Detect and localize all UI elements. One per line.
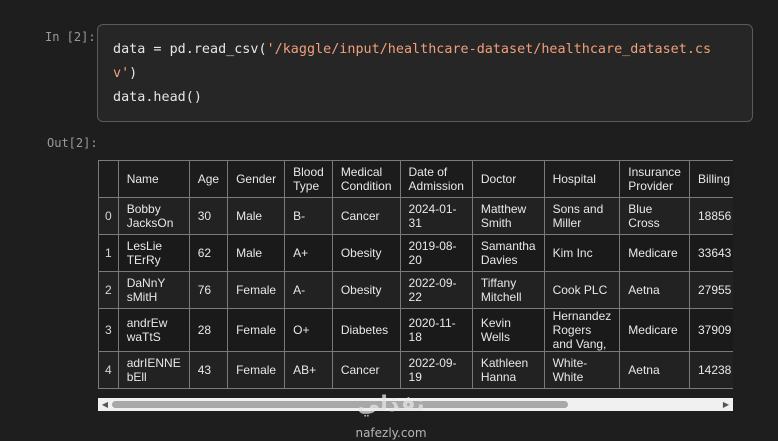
table-cell: White-White — [543, 351, 621, 389]
table-cell: LesLie TErRy — [117, 234, 190, 272]
table-cell: Tiffany Mitchell — [471, 271, 545, 309]
table-cell: A+ — [284, 234, 333, 272]
row-index: 1 — [98, 234, 119, 272]
table-cell: Bobby JacksOn — [117, 197, 190, 235]
table-cell: Kevin Wells — [471, 308, 545, 352]
code-string: '/kaggle/input/healthcare-dataset/health… — [266, 42, 712, 57]
table-row: 3 andrEw waTtS 28 Female O+ Diabetes 202… — [98, 308, 733, 352]
row-index: 3 — [98, 308, 119, 352]
table-cell: Aetna — [619, 271, 690, 309]
output-prompt: Out[2]: — [47, 136, 98, 150]
table-row: 4 adrIENNE bEll 43 Female AB+ Cancer 202… — [98, 351, 733, 389]
table-cell: Female — [227, 271, 286, 309]
code-line-3: data.head() — [113, 90, 202, 105]
table-cell: Male — [227, 234, 286, 272]
code-string: v' — [113, 66, 130, 81]
table-cell: Obesity — [331, 234, 401, 272]
column-header — [98, 160, 119, 198]
column-header: Age — [188, 160, 229, 198]
table-cell: O+ — [284, 308, 333, 352]
table-cell: 28 — [188, 308, 229, 352]
column-header: Billing — [688, 160, 733, 198]
row-index: 0 — [98, 197, 119, 235]
code-line-1: data = pd.read_csv('/kaggle/input/health… — [113, 42, 711, 57]
table-cell: 14238 — [688, 351, 733, 389]
table-cell: 2022-09-19 — [399, 351, 473, 389]
table-cell: Sons and Miller — [543, 197, 621, 235]
table-cell: Aetna — [619, 351, 690, 389]
table-header: Name Age Gender Blood Type Medical Condi… — [98, 160, 733, 198]
code-line-2: v') — [113, 66, 137, 81]
watermark-logo: نفذلي — [357, 392, 425, 417]
row-index: 4 — [98, 351, 119, 389]
table-cell: Cancer — [331, 197, 401, 235]
table-cell: Kathleen Hanna — [471, 351, 545, 389]
table-cell: Cancer — [331, 351, 401, 389]
table-cell: Hernandez Rogers and Vang, — [543, 308, 621, 352]
table-cell: Medicare — [619, 234, 690, 272]
table-row: 1 LesLie TErRy 62 Male A+ Obesity 2019-0… — [98, 234, 733, 272]
table-cell: 33643 — [688, 234, 733, 272]
code-text: ) — [129, 66, 138, 81]
table-cell: 2019-08-20 — [399, 234, 473, 272]
table-cell: 18856 — [688, 197, 733, 235]
table-cell: 2024-01-31 — [399, 197, 473, 235]
table-cell: 2020-11-18 — [399, 308, 473, 352]
table-cell: 27955 — [688, 271, 733, 309]
table-cell: AB+ — [284, 351, 333, 389]
code-text: data = pd.read_csv( — [113, 42, 267, 57]
table-cell: 30 — [188, 197, 229, 235]
table-cell: 62 — [188, 234, 229, 272]
column-header: Name — [117, 160, 190, 198]
table-cell: 37909 — [688, 308, 733, 352]
table-cell: Female — [227, 308, 286, 352]
column-header: Medical Condition — [331, 160, 401, 198]
table-cell: Matthew Smith — [471, 197, 545, 235]
table-cell: A- — [284, 271, 333, 309]
column-header: Hospital — [543, 160, 621, 198]
table-cell: Obesity — [331, 271, 401, 309]
table-cell: andrEw waTtS — [117, 308, 190, 352]
dataframe-table: Name Age Gender Blood Type Medical Condi… — [98, 160, 733, 389]
table-cell: 76 — [188, 271, 229, 309]
triangle-right-icon[interactable]: ▶ — [720, 398, 732, 411]
table-cell: 43 — [188, 351, 229, 389]
table-cell: Diabetes — [331, 308, 401, 352]
watermark-site: nafezly.com — [355, 426, 427, 440]
table-cell: Medicare — [619, 308, 690, 352]
table-cell: Female — [227, 351, 286, 389]
column-header: Insurance Provider — [619, 160, 690, 198]
column-header: Doctor — [471, 160, 545, 198]
table-cell: adrIENNE bEll — [117, 351, 190, 389]
column-header: Date of Admission — [399, 160, 473, 198]
table-cell: Kim Inc — [543, 234, 621, 272]
triangle-left-icon[interactable]: ◀ — [99, 398, 111, 411]
row-index: 2 — [98, 271, 119, 309]
table-cell: Male — [227, 197, 286, 235]
table-row: 2 DaNnY sMitH 76 Female A- Obesity 2022-… — [98, 271, 733, 309]
dataframe-output[interactable]: Name Age Gender Blood Type Medical Condi… — [98, 160, 733, 398]
column-header: Gender — [227, 160, 286, 198]
table-cell: B- — [284, 197, 333, 235]
table-cell: Samantha Davies — [471, 234, 545, 272]
table-cell: Blue Cross — [619, 197, 690, 235]
table-row: 0 Bobby JacksOn 30 Male B- Cancer 2024-0… — [98, 197, 733, 235]
input-prompt: In [2]: — [45, 30, 96, 44]
table-cell: DaNnY sMitH — [117, 271, 190, 309]
code-cell[interactable]: data = pd.read_csv('/kaggle/input/health… — [97, 24, 753, 122]
table-cell: Cook PLC — [543, 271, 621, 309]
column-header: Blood Type — [284, 160, 333, 198]
table-cell: 2022-09-22 — [399, 271, 473, 309]
watermark: نفذلي nafezly.com — [336, 392, 446, 440]
